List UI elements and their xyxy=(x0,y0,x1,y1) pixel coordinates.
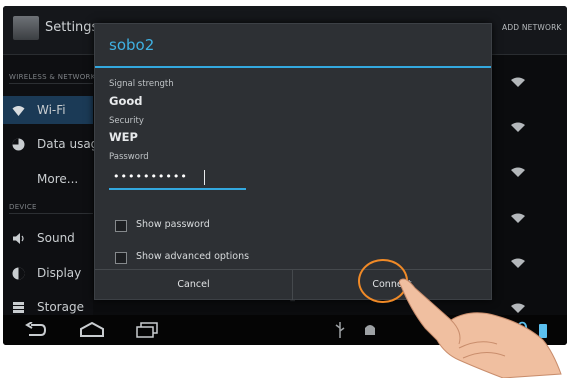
title-divider xyxy=(95,66,491,68)
cancel-button[interactable]: Cancel xyxy=(95,270,293,300)
security-value: WEP xyxy=(109,130,138,144)
add-network-button[interactable]: ADD NETWORK xyxy=(502,23,562,32)
password-input[interactable]: •••••••••• xyxy=(109,168,246,190)
sidebar-item-wifi[interactable]: Wi-Fi xyxy=(3,96,93,124)
home-icon[interactable] xyxy=(79,322,105,338)
speaker-icon xyxy=(13,233,24,244)
wifi-signal-icon[interactable] xyxy=(511,213,525,223)
network-list-signals xyxy=(493,55,567,315)
signal-strength-value: Good xyxy=(109,94,143,108)
signal-strength-label: Signal strength xyxy=(109,79,174,89)
usb-icon xyxy=(335,322,345,338)
sidebar-item-data-usage[interactable]: Data usage xyxy=(3,130,106,158)
wifi-signal-icon[interactable] xyxy=(511,258,525,268)
dialog-title: sobo2 xyxy=(109,36,155,54)
sidebar-item-more[interactable]: More... xyxy=(3,165,93,193)
app-title: Settings xyxy=(45,20,99,35)
security-label: Security xyxy=(109,116,144,126)
password-label: Password xyxy=(109,152,149,162)
show-password-checkbox[interactable] xyxy=(115,220,127,232)
wifi-connect-dialog: sobo2 Signal strength Good Security WEP … xyxy=(94,23,492,300)
back-icon[interactable] xyxy=(25,322,47,338)
data-usage-icon xyxy=(12,138,25,151)
settings-app-icon[interactable] xyxy=(13,16,39,40)
sidebar-item-label: Wi-Fi xyxy=(37,103,66,117)
section-header-device: DEVICE xyxy=(9,203,93,214)
text-caret xyxy=(204,170,205,185)
sidebar-item-label: Display xyxy=(37,266,82,280)
sidebar-item-sound[interactable]: Sound xyxy=(3,224,93,252)
sidebar-item-display[interactable]: Display xyxy=(3,259,93,287)
android-debug-icon xyxy=(365,325,375,335)
pointing-hand-icon xyxy=(398,278,562,378)
sidebar-item-label: Sound xyxy=(37,231,75,245)
show-advanced-checkbox[interactable] xyxy=(115,252,127,264)
display-icon xyxy=(12,267,25,280)
show-advanced-label[interactable]: Show advanced options xyxy=(136,251,249,262)
section-header-wireless: WIRELESS & NETWORKS xyxy=(9,73,100,84)
show-password-label[interactable]: Show password xyxy=(136,219,210,230)
wifi-icon xyxy=(12,106,25,116)
password-masked-value: •••••••••• xyxy=(113,170,188,183)
wifi-signal-icon[interactable] xyxy=(511,77,525,87)
sidebar-item-label: Storage xyxy=(37,300,84,314)
wifi-signal-icon[interactable] xyxy=(511,167,525,177)
recent-apps-icon[interactable] xyxy=(135,322,159,338)
wifi-signal-icon[interactable] xyxy=(511,122,525,132)
storage-icon xyxy=(13,302,24,313)
sidebar-item-label: More... xyxy=(37,172,79,186)
settings-sidebar: WIRELESS & NETWORKS Wi-Fi Data usage Mor… xyxy=(3,55,106,315)
